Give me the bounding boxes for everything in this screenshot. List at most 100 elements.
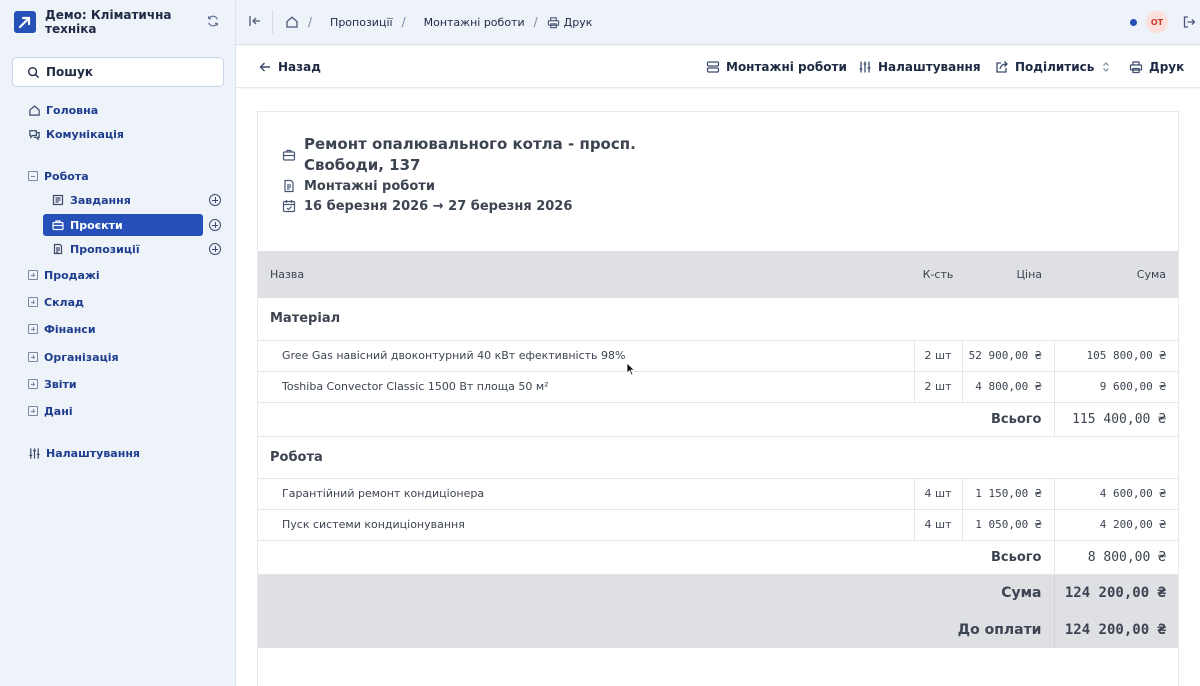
- sidebar-group-sales[interactable]: Продажі: [28, 264, 100, 286]
- expand-icon: [28, 324, 38, 334]
- sync-icon[interactable]: [206, 14, 222, 30]
- logout-icon[interactable]: [1182, 15, 1196, 29]
- sidebar-group-label: Робота: [44, 169, 89, 183]
- item-price: 52 900,00 ₴: [961, 340, 1054, 372]
- item-qty: 4 шт: [913, 478, 962, 510]
- search-input[interactable]: Пошук: [12, 57, 224, 87]
- amount-due-label: До оплати: [258, 611, 1054, 648]
- home-icon[interactable]: [285, 15, 299, 29]
- back-button[interactable]: Назад: [258, 58, 321, 76]
- share-icon: [995, 60, 1009, 74]
- group-total-value: 115 400,00 ₴: [1053, 402, 1178, 437]
- print-label: Друк: [1149, 60, 1185, 74]
- sidebar-group-warehouse[interactable]: Склад: [28, 291, 84, 313]
- item-qty: 2 шт: [913, 371, 962, 403]
- sidebar-group-finance[interactable]: Фінанси: [28, 318, 96, 340]
- sidebar-group-label: Фінанси: [44, 322, 96, 336]
- group-total-value: 8 800,00 ₴: [1053, 540, 1178, 575]
- sidebar-item-label: Головна: [46, 103, 99, 117]
- sidebar-group-data[interactable]: Дані: [28, 400, 73, 422]
- sidebar-group-label: Дані: [44, 404, 73, 418]
- document-header: Ремонт опалювального котла - просп. Своб…: [282, 134, 732, 216]
- chat-icon: [28, 128, 41, 141]
- group-row: Матеріал: [258, 298, 1178, 341]
- workspace-title: Демо: Кліматична техніка: [45, 8, 172, 36]
- briefcase-icon: [282, 148, 296, 162]
- arrow-left-icon: [258, 60, 272, 74]
- breadcrumb-separator: /: [533, 15, 538, 29]
- add-proposal-button[interactable]: [209, 243, 221, 255]
- expand-icon: [28, 352, 38, 362]
- table-row: Гарантійний ремонт кондиціонера 4 шт 1 1…: [258, 478, 1178, 510]
- group-total-label: Всього: [258, 402, 1054, 437]
- sidebar-group-work[interactable]: Робота: [28, 165, 89, 187]
- sidebar-item-settings[interactable]: Налаштування: [28, 442, 140, 464]
- collapse-icon: [28, 171, 38, 181]
- brand[interactable]: Демо: Кліматична техніка: [14, 8, 224, 36]
- view-installation-button[interactable]: Монтажні роботи: [706, 58, 847, 76]
- document-icon: [52, 243, 64, 255]
- toolbar: Назад Монтажні роботи Налаштування Поділ…: [236, 46, 1200, 88]
- search-icon: [27, 66, 40, 78]
- amount-due-row: До оплати 124 200,00 ₴: [258, 611, 1178, 648]
- group-name: Робота: [258, 436, 1178, 479]
- settings-label: Налаштування: [878, 60, 981, 74]
- item-name: Пуск системи кондиціонування: [258, 509, 914, 541]
- topbar: / Пропозиції / Монтажні роботи / Друк ОТ: [236, 0, 1200, 45]
- calendar-icon: [282, 199, 296, 213]
- sidebar-group-label: Продажі: [44, 268, 100, 282]
- item-name: Toshiba Convector Classic 1500 Вт площа …: [258, 371, 914, 403]
- sidebar-group-label: Звіти: [44, 377, 77, 391]
- item-sum: 9 600,00 ₴: [1053, 371, 1178, 403]
- add-project-button[interactable]: [209, 219, 221, 231]
- table-header: Назва К-сть Ціна Сума: [258, 251, 1178, 298]
- column-name: Назва: [258, 251, 914, 298]
- home-icon: [28, 104, 41, 117]
- sidebar-group-reports[interactable]: Звіти: [28, 373, 77, 395]
- sidebar: Демо: Кліматична техніка Пошук Головна К…: [0, 0, 236, 686]
- group-total-row: Всього 8 800,00 ₴: [258, 540, 1178, 575]
- expand-icon: [28, 406, 38, 416]
- group-name: Матеріал: [258, 298, 1178, 341]
- sidebar-item-label: Завдання: [70, 193, 131, 207]
- sidebar-item-label: Комунікація: [46, 127, 124, 141]
- document-subtitle: Монтажні роботи: [304, 179, 435, 194]
- layers-icon: [706, 60, 720, 74]
- table-row: Пуск системи кондиціонування 4 шт 1 050,…: [258, 509, 1178, 541]
- collapse-sidebar-icon[interactable]: [248, 14, 262, 28]
- sidebar-item-projects[interactable]: Проєкти: [43, 214, 203, 236]
- share-button[interactable]: Поділитись: [995, 58, 1111, 76]
- breadcrumb-separator: /: [308, 15, 313, 29]
- group-total-row: Всього 115 400,00 ₴: [258, 402, 1178, 437]
- briefcase-icon: [52, 219, 64, 231]
- sum-row: Сума 124 200,00 ₴: [258, 574, 1178, 611]
- document-dates: 16 березня 2026 → 27 березня 2026: [304, 199, 573, 214]
- sidebar-group-label: Склад: [44, 295, 84, 309]
- sidebar-item-communication[interactable]: Комунікація: [28, 123, 124, 145]
- logo-icon: [14, 11, 36, 33]
- breadcrumb-installation[interactable]: Монтажні роботи: [424, 16, 525, 29]
- print-button[interactable]: Друк: [1129, 58, 1184, 76]
- group-total-label: Всього: [258, 540, 1054, 575]
- item-qty: 4 шт: [913, 509, 962, 541]
- sidebar-item-label: Налаштування: [46, 446, 140, 460]
- breadcrumb-proposals[interactable]: Пропозиції: [330, 16, 393, 29]
- add-task-button[interactable]: [209, 194, 221, 206]
- amount-due-value: 124 200,00 ₴: [1053, 611, 1178, 648]
- breadcrumb-print: Друк: [563, 15, 593, 29]
- avatar[interactable]: ОТ: [1146, 11, 1168, 33]
- settings-button[interactable]: Налаштування: [858, 58, 981, 76]
- sidebar-item-proposals[interactable]: Пропозиції: [43, 238, 203, 260]
- sidebar-group-label: Організація: [44, 350, 119, 364]
- expand-icon: [28, 297, 38, 307]
- sidebar-item-home[interactable]: Головна: [28, 99, 98, 121]
- item-name: Гарантійний ремонт кондиціонера: [258, 478, 914, 510]
- tasks-icon: [52, 194, 64, 206]
- sum-value: 124 200,00 ₴: [1053, 574, 1178, 611]
- share-label: Поділитись: [1015, 60, 1095, 74]
- document-subtitle-row: Монтажні роботи: [282, 177, 732, 196]
- item-sum: 4 600,00 ₴: [1053, 478, 1178, 510]
- sidebar-item-tasks[interactable]: Завдання: [43, 189, 203, 211]
- sidebar-group-organization[interactable]: Організація: [28, 346, 119, 368]
- status-dot: [1130, 19, 1137, 26]
